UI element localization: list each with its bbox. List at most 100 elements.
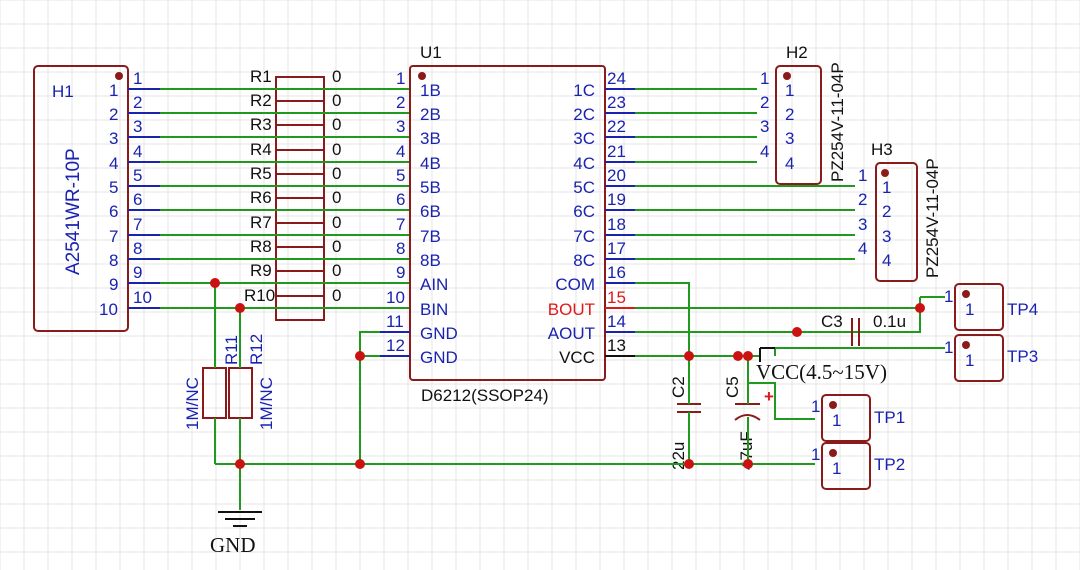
tp2-ref: TP2	[874, 455, 905, 474]
resistor-ref: R9	[250, 261, 272, 280]
c2-ref: C2	[669, 376, 688, 398]
u1-pin-label: 2B	[420, 105, 441, 124]
connector-h2: H2 PZ254V-11-04P 1 2 3 4 1 2 3 4	[760, 43, 847, 185]
resistor-value: 0	[332, 237, 341, 256]
c3-value: 0.1u	[873, 312, 906, 331]
h1-ref: H1	[52, 82, 74, 101]
u1-pin-number: 4	[396, 142, 405, 161]
resistor-value: 0	[332, 115, 341, 134]
h1-pin-number: 9	[133, 263, 142, 282]
u1-pin-number: 7	[396, 215, 405, 234]
h3-ref: H3	[871, 140, 893, 159]
u1-pin-number: 13	[607, 336, 626, 355]
u1-pin-number: 6	[396, 190, 405, 209]
tp2-pin-number: 1	[811, 445, 820, 464]
u1-pin-number: 9	[396, 263, 405, 282]
u1-pin-number: 15	[607, 288, 626, 307]
u1-pin-label: 5B	[420, 178, 441, 197]
h2-part: PZ254V-11-04P	[828, 62, 847, 182]
h3-pin-label: 1	[882, 178, 891, 197]
h2-pin-number: 3	[760, 117, 769, 136]
u1-pin-number: 3	[396, 117, 405, 136]
resistor-value: 0	[332, 164, 341, 183]
pin1-marker	[115, 72, 123, 80]
resistor-ref: R6	[250, 188, 272, 207]
u1-pin-number: 19	[607, 190, 626, 209]
u1-pin-number: 5	[396, 166, 405, 185]
u1-part: D6212(SSOP24)	[421, 386, 549, 405]
u1-pin-label: 7C	[573, 227, 595, 246]
resistor-value: 0	[332, 91, 341, 110]
u1-pin-label: 3B	[420, 129, 441, 148]
c5-ref: C5	[723, 376, 742, 398]
resistor-value: 0	[332, 286, 341, 305]
test-point-tp4: 1 1 TP4	[944, 283, 1038, 331]
resistor-value: 0	[332, 188, 341, 207]
u1-pin-number: 16	[607, 263, 626, 282]
c5-polarity: +	[764, 387, 774, 406]
h3-pin-label: 2	[882, 202, 891, 221]
u1-pin-label: AOUT	[548, 324, 595, 343]
r12-ref: R12	[247, 334, 266, 365]
u1-pin-label: 3C	[573, 129, 595, 148]
h1-pin-label: 7	[109, 227, 118, 246]
h2-pin-label: 3	[785, 129, 794, 148]
h1-pin-label: 5	[109, 178, 118, 197]
h1-pin-number: 6	[133, 190, 142, 209]
h1-pin-number: 2	[133, 93, 142, 112]
u1-pin-label: 8C	[573, 251, 595, 270]
tp1-ref: TP1	[874, 408, 905, 427]
u1-pin-number: 21	[607, 142, 626, 161]
u1-pin-label: 6C	[573, 202, 595, 221]
h1-pin-label: 4	[109, 154, 118, 173]
tp1-pin-label: 1	[832, 411, 841, 430]
test-point-tp2: 1 1 TP2	[811, 442, 905, 490]
u1-pin-number: 23	[607, 93, 626, 112]
tp4-ref: TP4	[1007, 300, 1038, 319]
resistor-ref: R3	[250, 115, 272, 134]
h1-pin-number: 1	[133, 69, 142, 88]
u1-pin-label: GND	[420, 348, 458, 367]
resistor-value: 0	[332, 261, 341, 280]
h1-pin-label: 2	[109, 105, 118, 124]
h3-part: PZ254V-11-04P	[923, 158, 942, 278]
tp3-pin-label: 1	[965, 351, 974, 370]
h1-pin-label: 6	[109, 202, 118, 221]
u1-pin-label: VCC	[559, 348, 595, 367]
u1-pin-label: AIN	[420, 275, 448, 294]
resistor-ref: R10	[244, 286, 275, 305]
resistor-ref: R4	[250, 140, 272, 159]
tp2-pin-label: 1	[832, 459, 841, 478]
h1-pin-number: 10	[133, 288, 152, 307]
h3-pin-number: 1	[858, 166, 867, 185]
test-point-tp3: 1 1 TP3	[944, 334, 1038, 382]
resistor-value: 0	[332, 213, 341, 232]
u1-pin-label: GND	[420, 324, 458, 343]
u1-pin-number: 12	[386, 336, 405, 355]
h1-pin-label: 3	[109, 129, 118, 148]
u1-pin-number: 17	[607, 239, 626, 258]
resistor-ref: R2	[250, 91, 272, 110]
u1-pin-label: 1B	[420, 81, 441, 100]
h2-pin-number: 2	[760, 93, 769, 112]
h1-pin-label: 8	[109, 251, 118, 270]
u1-pin-number: 1	[396, 69, 405, 88]
u1-pin-label: BOUT	[548, 300, 595, 319]
h3-pin-label: 4	[882, 251, 891, 270]
h1-pin-number: 4	[133, 142, 142, 161]
h1-pin-number: 8	[133, 239, 142, 258]
r12-value: 1M/NC	[257, 377, 276, 430]
u1-pin-number: 14	[607, 312, 626, 331]
u1-pin-label: COM	[555, 275, 595, 294]
h1-pin-label: 1	[109, 81, 118, 100]
h1-part: A2541WR-10P	[63, 148, 84, 275]
u1-pin-number: 11	[386, 312, 404, 331]
h1-pin-label: 9	[109, 275, 118, 294]
u1-pin-number: 10	[386, 288, 405, 307]
u1-pin-label: 4B	[420, 154, 441, 173]
background-grid	[0, 0, 1080, 570]
u1-pin-label: BIN	[420, 300, 448, 319]
u1-pin-number: 22	[607, 117, 626, 136]
test-point-tp1: 1 1 TP1	[811, 394, 905, 442]
h2-body	[775, 65, 822, 185]
